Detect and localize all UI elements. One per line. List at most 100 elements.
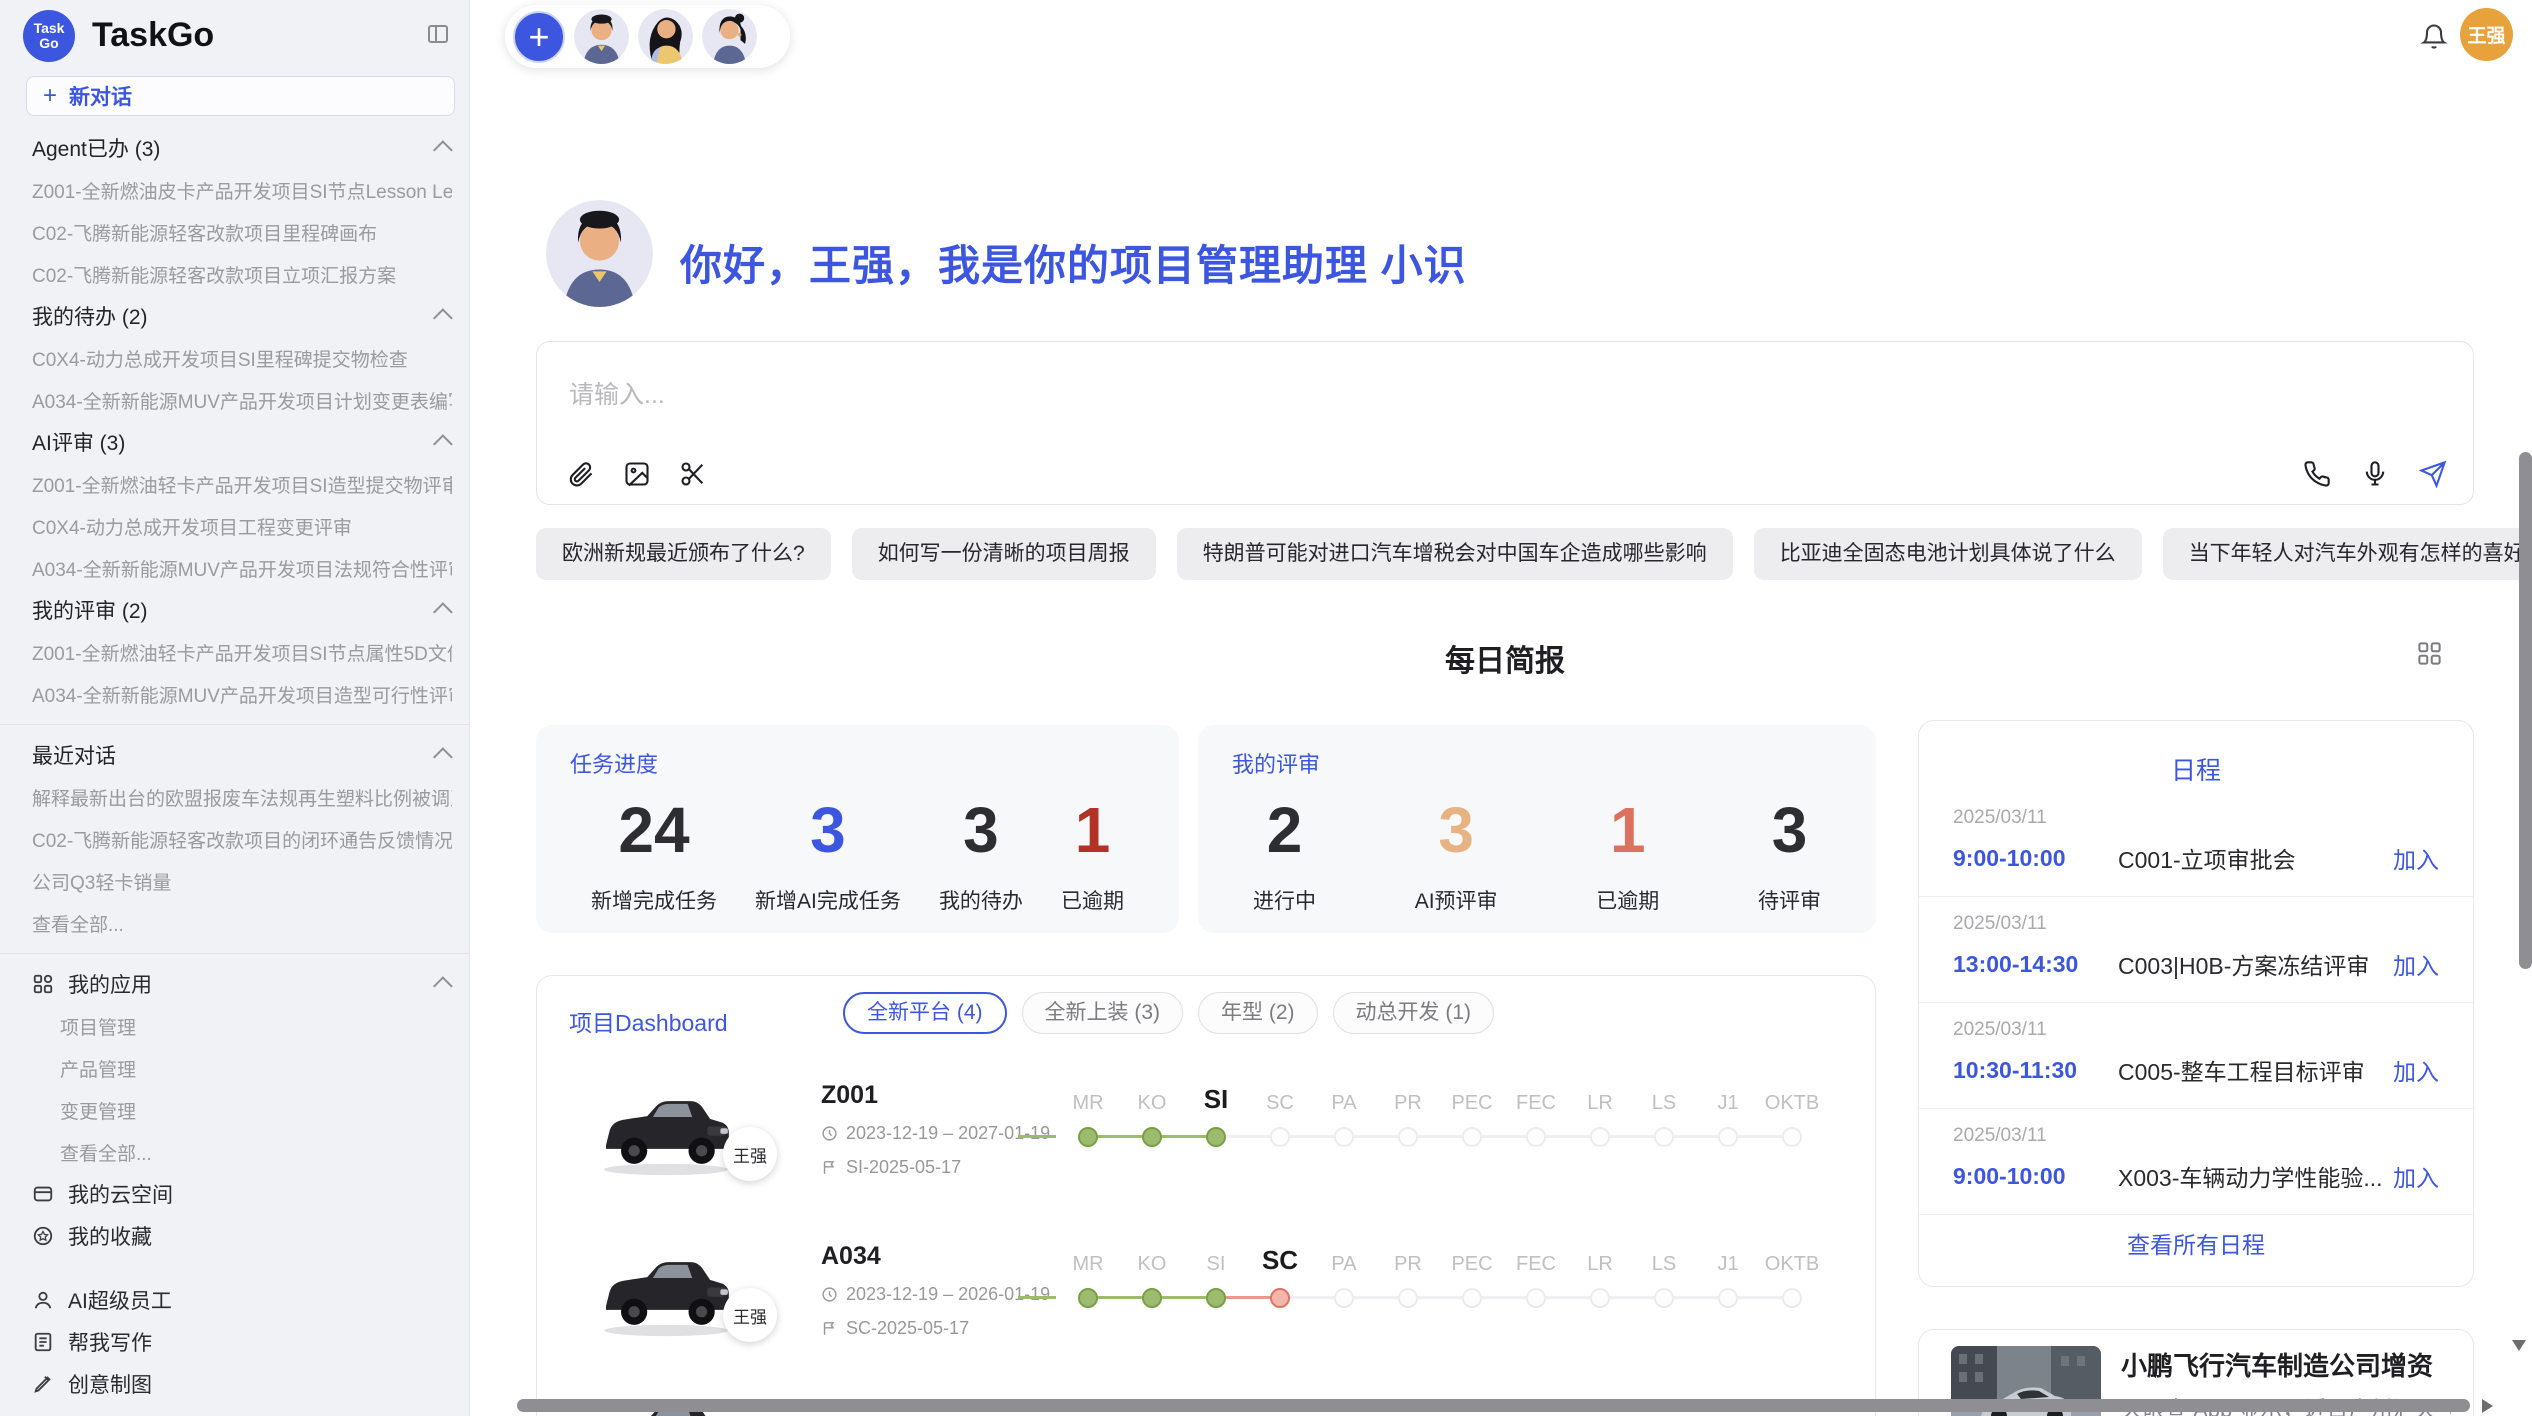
- milestone-dot: [1718, 1288, 1738, 1308]
- list-item[interactable]: Z001-全新燃油轻卡产品开发项目SI造型提交物评审: [0, 463, 470, 505]
- agent-avatar-3[interactable]: [702, 9, 757, 64]
- project-code: A034: [821, 1242, 1050, 1271]
- section-my-review[interactable]: 我的评审 (2): [0, 589, 470, 631]
- meeting-title: C003|H0B-方案冻结评审: [2118, 947, 2393, 981]
- schedule-card: 日程 2025/03/11 9:00-10:00C001-立项审批会加入 202…: [1918, 720, 2474, 1287]
- tab-new-platform[interactable]: 全新平台 (4): [843, 992, 1007, 1034]
- suggestion-chip[interactable]: 当下年轻人对汽车外观有怎样的喜好趋势: [2163, 528, 2532, 580]
- view-all-chats[interactable]: 查看全部...: [0, 902, 470, 944]
- star-circle-icon: [32, 1225, 54, 1247]
- section-ai-review[interactable]: AI评审 (3): [0, 421, 470, 463]
- recent-chat-item[interactable]: C02-飞腾新能源轻客改款项目的闭环通告反馈情况: [0, 818, 470, 860]
- list-item[interactable]: C02-飞腾新能源轻客改款项目里程碑画布: [0, 211, 470, 253]
- section-my-todo[interactable]: 我的待办 (2): [0, 295, 470, 337]
- milestone-dot: [1462, 1127, 1482, 1147]
- greeting-text: 你好，王强，我是你的项目管理助理 小识: [680, 232, 1467, 293]
- milestone-dot: [1334, 1127, 1354, 1147]
- list-item[interactable]: Z001-全新燃油轻卡产品开发项目SI节点属性5D文件评审: [0, 631, 470, 673]
- section-agent-done[interactable]: Agent已办 (3): [0, 127, 470, 169]
- list-item[interactable]: C0X4-动力总成开发项目SI里程碑提交物检查: [0, 337, 470, 379]
- project-dates: 2023-12-19 – 2027-01-19: [821, 1123, 1050, 1144]
- document-pencil-icon: [32, 1331, 54, 1353]
- input-right-tools: [2303, 460, 2447, 488]
- suggestion-chips: 欧洲新规最近颁布了什么? 如何写一份清晰的项目周报 特朗普可能对进口汽车增税会对…: [536, 528, 2532, 580]
- project-milestone-date: SI-2025-05-17: [821, 1157, 1050, 1178]
- clock-icon: [821, 1286, 838, 1303]
- join-link[interactable]: 加入: [2393, 947, 2439, 981]
- sidebar-item-creative-draw[interactable]: 创意制图: [0, 1363, 470, 1405]
- app-item-change[interactable]: 变更管理: [0, 1089, 470, 1131]
- chevron-up-icon: [433, 434, 453, 454]
- layout-grid-icon[interactable]: [2416, 640, 2443, 667]
- app-item-project[interactable]: 项目管理: [0, 1005, 470, 1047]
- phone-call-icon[interactable]: [2303, 460, 2331, 488]
- user-avatar[interactable]: 王强: [2460, 8, 2513, 61]
- suggestion-chip[interactable]: 特朗普可能对进口汽车增税会对中国车企造成哪些影响: [1177, 528, 1733, 580]
- scroll-down-arrow[interactable]: [2512, 1340, 2526, 1351]
- vertical-scrollbar[interactable]: [2519, 452, 2532, 969]
- app-item-product[interactable]: 产品管理: [0, 1047, 470, 1089]
- chevron-up-icon: [433, 976, 453, 996]
- stat-in-progress: 2进行中: [1253, 795, 1316, 915]
- section-my-apps[interactable]: 我的应用: [0, 963, 470, 1005]
- milestone-OKTB: OKTB: [1760, 1079, 1824, 1147]
- recent-chat-item[interactable]: 解释最新出台的欧盟报废车法规再生塑料比例被调至15%...: [0, 776, 470, 818]
- list-item[interactable]: A034-全新新能源MUV产品开发项目法规符合性评审: [0, 547, 470, 589]
- milestone-dot: [1270, 1288, 1290, 1308]
- horizontal-scrollbar[interactable]: [517, 1399, 2470, 1412]
- list-item[interactable]: Z001-全新燃油皮卡产品开发项目SI节点Lesson Learn报告: [0, 169, 470, 211]
- list-item[interactable]: C02-飞腾新能源轻客改款项目立项汇报方案: [0, 253, 470, 295]
- list-item[interactable]: C0X4-动力总成开发项目工程变更评审: [0, 505, 470, 547]
- agent-avatar-2[interactable]: [638, 9, 693, 64]
- send-icon[interactable]: [2419, 460, 2447, 488]
- recent-chat-item[interactable]: 公司Q3轻卡销量: [0, 860, 470, 902]
- scroll-right-arrow[interactable]: [2482, 1399, 2493, 1413]
- tab-new-body[interactable]: 全新上装 (3): [1022, 992, 1184, 1034]
- list-item[interactable]: A034-全新新能源MUV产品开发项目计划变更表编写: [0, 379, 470, 421]
- new-chat-button[interactable]: + 新对话: [26, 76, 455, 116]
- clock-icon: [821, 1125, 838, 1142]
- suggestion-chip[interactable]: 欧洲新规最近颁布了什么?: [536, 528, 831, 580]
- milestone-dot: [1078, 1288, 1098, 1308]
- suggestion-chip[interactable]: 比亚迪全固态电池计划具体说了什么: [1754, 528, 2142, 580]
- stat-new-ai-done: 3新增AI完成任务: [755, 795, 901, 915]
- microphone-icon[interactable]: [2361, 460, 2389, 488]
- sidebar-item-ai-employee[interactable]: AI超级员工: [0, 1279, 470, 1321]
- image-icon[interactable]: [623, 460, 651, 488]
- apps-grid-icon: [32, 973, 54, 995]
- new-chat-label: 新对话: [69, 81, 132, 111]
- schedule-item: 2025/03/11 10:30-11:30C005-整车工程目标评审加入: [1919, 1003, 2473, 1109]
- join-link[interactable]: 加入: [2393, 1159, 2439, 1193]
- project-row-a034[interactable]: 王强 A034 2023-12-19 – 2026-01-19 SC-2025-…: [537, 1236, 1877, 1386]
- chat-input[interactable]: [567, 368, 1971, 422]
- section-recent-chats[interactable]: 最近对话: [0, 734, 470, 776]
- add-agent-button[interactable]: +: [513, 11, 565, 63]
- card-title: 任务进度: [570, 747, 658, 779]
- suggestion-chip[interactable]: 如何写一份清晰的项目周报: [852, 528, 1156, 580]
- project-row-z001[interactable]: 王强 Z001 2023-12-19 – 2027-01-19 SI-2025-…: [537, 1075, 1877, 1225]
- notifications-bell-icon[interactable]: [2420, 22, 2448, 50]
- chat-input-card: [536, 341, 2474, 505]
- milestone-dot: [1654, 1288, 1674, 1308]
- tab-year-model[interactable]: 年型 (2): [1198, 992, 1318, 1034]
- attachment-icon[interactable]: [567, 460, 595, 488]
- card-title: 我的评审: [1232, 747, 1320, 779]
- truck-image: [591, 1236, 741, 1350]
- join-link[interactable]: 加入: [2393, 841, 2439, 875]
- milestone-dot: [1142, 1127, 1162, 1147]
- scissors-icon[interactable]: [679, 460, 707, 488]
- collapse-sidebar-icon[interactable]: [425, 22, 451, 46]
- project-dates: 2023-12-19 – 2026-01-19: [821, 1284, 1050, 1305]
- my-review-card: 我的评审 2进行中 3AI预评审 1已逾期 3待评审: [1198, 725, 1876, 933]
- join-link[interactable]: 加入: [2393, 1053, 2439, 1087]
- agent-avatar-1[interactable]: [574, 9, 629, 64]
- view-all-schedule-link[interactable]: 查看所有日程: [1919, 1226, 2473, 1260]
- chevron-up-icon: [433, 140, 453, 160]
- sidebar-item-favorites[interactable]: 我的收藏: [0, 1215, 470, 1257]
- logo-line-1: Task: [34, 21, 65, 36]
- sidebar-item-help-write[interactable]: 帮我写作: [0, 1321, 470, 1363]
- sidebar-item-cloud-space[interactable]: 我的云空间: [0, 1173, 470, 1215]
- view-all-apps[interactable]: 查看全部...: [0, 1131, 470, 1173]
- list-item[interactable]: A034-全新新能源MUV产品开发项目造型可行性评审: [0, 673, 470, 715]
- tab-powertrain[interactable]: 动总开发 (1): [1333, 992, 1495, 1034]
